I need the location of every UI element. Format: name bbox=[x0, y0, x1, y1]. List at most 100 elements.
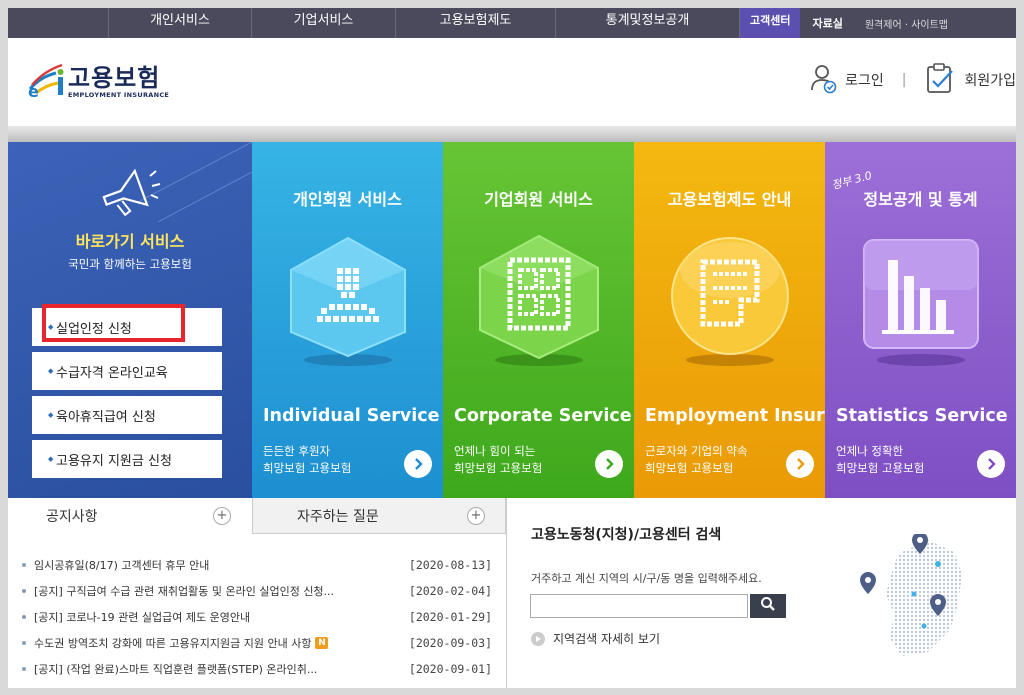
region-search-input[interactable] bbox=[530, 594, 748, 618]
site-logo[interactable]: e 고용보험 EMPLOYMENT INSURANCE bbox=[26, 58, 169, 101]
notice-title[interactable]: 수도권 방역조치 강화에 따른 고용유지지원금 지원 안내 사항 bbox=[34, 635, 311, 651]
top-navigation: 개인서비스 기업서비스 고용보험제도 통계및정보공개 고객센터 자료실 원격제어… bbox=[8, 8, 1016, 38]
card-desc-line2: 희망보험 고용보험 bbox=[836, 461, 925, 475]
card-desc-line2: 희망보험 고용보험 bbox=[645, 461, 734, 475]
login-label: 로그인 bbox=[845, 73, 884, 89]
tab-faq-label: 자주하는 질문 bbox=[297, 508, 379, 525]
list-item: [공지] (작업 완료)스마트 직업훈련 플랫폼(STEP) 온라인취... [… bbox=[22, 656, 492, 682]
card-desc-line1: 근로자와 기업의 약속 bbox=[645, 444, 748, 458]
notice-date: [2020-08-13] bbox=[408, 558, 492, 572]
list-item: [공지] 구직급여 수급 관련 재취업활동 및 온라인 실업인정 신청... [… bbox=[22, 578, 492, 604]
menu-personal-service[interactable]: 개인서비스 bbox=[108, 8, 252, 38]
card-insurance-system[interactable]: 고용보험제도 안내 Employment Insurance 근로자와 기업의 … bbox=[634, 142, 825, 498]
chevron-right-icon[interactable] bbox=[977, 450, 1005, 478]
notice-date: [2020-02-04] bbox=[408, 584, 492, 598]
tab-notice[interactable]: 공지사항 + bbox=[8, 498, 252, 534]
card-english-title: Statistics Service bbox=[836, 406, 1008, 426]
page-frame: 개인서비스 기업서비스 고용보험제도 통계및정보공개 고객센터 자료실 원격제어… bbox=[8, 8, 1016, 688]
card-english-title: Employment Insurance bbox=[645, 406, 825, 426]
person-icon bbox=[279, 230, 417, 370]
card-corporate-service[interactable]: 기업회원 서비스 Corporate Service 언제나 힘이 되는 희망보… bbox=[443, 142, 634, 498]
tab-faq[interactable]: 자주하는 질문 + bbox=[252, 498, 506, 534]
logo-ei-icon: e bbox=[26, 59, 68, 101]
notice-title[interactable]: [공지] 코로나-19 관련 실업급여 제도 운영안내 bbox=[34, 609, 384, 625]
user-check-icon bbox=[807, 62, 839, 98]
remote-sitemap-link[interactable]: 원격제어 · 사이트맵 bbox=[855, 16, 948, 31]
menu-corporate-service[interactable]: 기업서비스 bbox=[252, 8, 396, 38]
signup-label: 회원가입 bbox=[964, 73, 1016, 89]
notice-list: 임시공휴일(8/17) 고객센터 휴무 안내 [2020-08-13] [공지]… bbox=[22, 552, 492, 682]
top-utility: 고객센터 자료실 원격제어 · 사이트맵 bbox=[740, 8, 948, 38]
region-search-detail-link[interactable]: 지역검색 자세히 보기 bbox=[531, 630, 660, 647]
main-menu: 개인서비스 기업서비스 고용보험제도 통계및정보공개 bbox=[108, 8, 740, 38]
quick-service-subtitle: 국민과 함께하는 고용보험 bbox=[68, 257, 192, 271]
card-english-title: Corporate Service bbox=[454, 406, 632, 426]
quick-parental-leave[interactable]: 육아휴직급여 신청 bbox=[32, 396, 222, 434]
notice-date: [2020-09-01] bbox=[408, 662, 492, 676]
logo-korean: 고용보험 bbox=[68, 64, 161, 92]
card-desc-line1: 언제나 정확한 bbox=[836, 444, 904, 458]
bar-chart-icon bbox=[852, 230, 990, 370]
notice-title[interactable]: 임시공휴일(8/17) 고객센터 휴무 안내 bbox=[34, 557, 384, 573]
card-title: 고용보험제도 안내 bbox=[667, 190, 792, 209]
search-icon bbox=[760, 596, 776, 616]
region-search-detail-label: 지역검색 자세히 보기 bbox=[553, 632, 660, 646]
logo-text: 고용보험 EMPLOYMENT INSURANCE bbox=[68, 58, 169, 99]
korea-map-icon bbox=[858, 532, 978, 664]
header-links: 로그인 | 회원가입 bbox=[807, 62, 1016, 98]
bottom-section: 공지사항 + 자주하는 질문 + 임시공휴일(8/17) 고객센터 휴무 안내 … bbox=[8, 498, 1016, 688]
site-header: e 고용보험 EMPLOYMENT INSURANCE 로그인 | 회원가입 bbox=[8, 38, 1016, 126]
list-item: 수도권 방역조치 강화에 따른 고용유지지원금 지원 안내 사항 N [2020… bbox=[22, 630, 492, 656]
card-desc-line2: 희망보험 고용보험 bbox=[454, 461, 543, 475]
list-item: 임시공휴일(8/17) 고객센터 휴무 안내 [2020-08-13] bbox=[22, 552, 492, 578]
quick-employment-retention[interactable]: 고용유지 지원금 신청 bbox=[32, 440, 222, 478]
chevron-right-icon[interactable] bbox=[786, 450, 814, 478]
customer-center-link[interactable]: 고객센터 bbox=[740, 8, 801, 38]
card-title: 정보공개 및 통계 bbox=[863, 190, 978, 209]
notice-date: [2020-09-03] bbox=[408, 636, 492, 650]
header-divider bbox=[8, 126, 1016, 142]
plus-icon[interactable]: + bbox=[467, 507, 485, 525]
signup-link[interactable]: 회원가입 bbox=[924, 62, 1016, 98]
card-english-title: Individual Service bbox=[263, 406, 440, 426]
building-icon bbox=[470, 230, 608, 370]
document-icon bbox=[661, 230, 799, 370]
menu-insurance-system[interactable]: 고용보험제도 bbox=[396, 8, 556, 38]
card-title: 기업회원 서비스 bbox=[484, 190, 593, 209]
chevron-right-icon[interactable] bbox=[595, 450, 623, 478]
tab-notice-label: 공지사항 bbox=[46, 509, 98, 525]
notice-title[interactable]: [공지] (작업 완료)스마트 직업훈련 플랫폼(STEP) 온라인취... bbox=[34, 661, 384, 677]
play-icon bbox=[531, 631, 545, 646]
card-desc-line1: 든든한 후원자 bbox=[263, 444, 331, 458]
card-desc-line2: 희망보험 고용보험 bbox=[263, 461, 352, 475]
card-statistics-service[interactable]: 정부 3.0 정보공개 및 통계 Statistics Service 언제나 … bbox=[825, 142, 1016, 498]
service-banner: 바로가기 서비스 국민과 함께하는 고용보험 실업인정 신청 수급자격 온라인교… bbox=[8, 142, 1016, 498]
plus-icon[interactable]: + bbox=[213, 507, 231, 525]
chevron-right-icon[interactable] bbox=[404, 450, 432, 478]
new-badge: N bbox=[315, 637, 329, 649]
svg-text:e: e bbox=[28, 82, 39, 99]
menu-statistics-disclosure[interactable]: 통계및정보공개 bbox=[556, 8, 740, 38]
card-desc-line1: 언제나 힘이 되는 bbox=[454, 444, 536, 458]
office-search-panel: 고용노동청(지청)/고용센터 검색 거주하고 계신 지역의 시/구/동 명을 입… bbox=[528, 498, 1008, 688]
clipboard-check-icon bbox=[924, 62, 958, 98]
office-search-title: 고용노동청(지청)/고용센터 검색 bbox=[531, 527, 722, 543]
list-item: [공지] 코로나-19 관련 실업급여 제도 운영안내 [2020-01-29] bbox=[22, 604, 492, 630]
card-individual-service[interactable]: 개인회원 서비스 Individual Service 든든한 후원자 희망보험… bbox=[252, 142, 443, 498]
office-search-hint: 거주하고 계신 지역의 시/구/동 명을 입력해주세요. bbox=[531, 572, 762, 585]
quick-unemployment-certification[interactable]: 실업인정 신청 bbox=[32, 308, 222, 346]
quick-service-title: 바로가기 서비스 bbox=[75, 232, 185, 251]
section-divider bbox=[506, 498, 507, 688]
megaphone-icon bbox=[96, 168, 166, 224]
logo-english: EMPLOYMENT INSURANCE bbox=[68, 91, 170, 99]
quick-service-panel: 바로가기 서비스 국민과 함께하는 고용보험 실업인정 신청 수급자격 온라인교… bbox=[8, 142, 252, 498]
library-link[interactable]: 자료실 bbox=[800, 15, 854, 31]
notice-date: [2020-01-29] bbox=[408, 610, 492, 624]
card-title: 개인회원 서비스 bbox=[293, 190, 402, 209]
login-link[interactable]: 로그인 bbox=[807, 62, 884, 98]
notice-tabs: 공지사항 + 자주하는 질문 + bbox=[8, 498, 506, 534]
quick-online-education[interactable]: 수급자격 온라인교육 bbox=[32, 352, 222, 390]
notice-title[interactable]: [공지] 구직급여 수급 관련 재취업활동 및 온라인 실업인정 신청... bbox=[34, 583, 384, 599]
header-separator: | bbox=[901, 72, 907, 88]
search-button[interactable] bbox=[750, 594, 786, 618]
